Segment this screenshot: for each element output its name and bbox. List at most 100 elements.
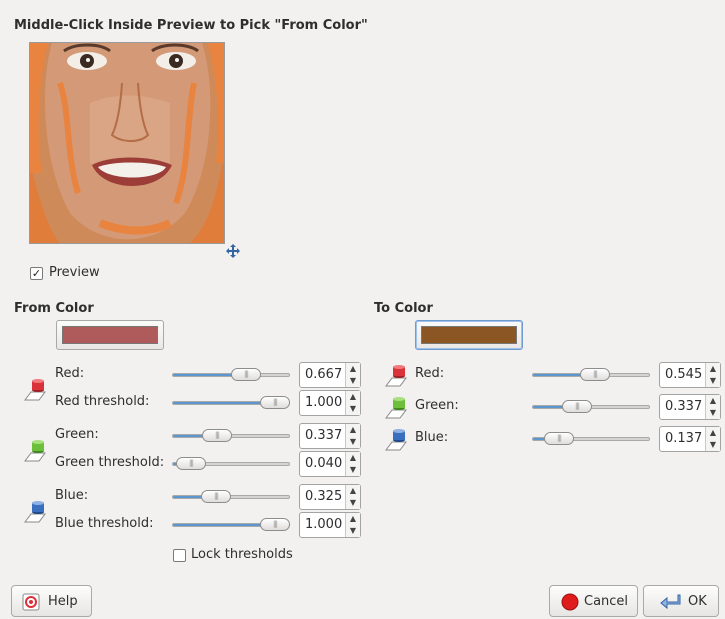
channel-value[interactable]: 0.667: [305, 367, 342, 382]
spin-down-icon[interactable]: ▼: [346, 525, 360, 537]
channel-value-spinbox[interactable]: 0.040 ▲ ▼: [299, 451, 361, 477]
spin-arrows[interactable]: ▲ ▼: [345, 391, 360, 415]
channel-slider[interactable]: [172, 517, 290, 533]
spin-arrows[interactable]: ▲ ▼: [705, 363, 720, 387]
slider-handle[interactable]: [580, 368, 610, 381]
help-button[interactable]: Help: [11, 585, 92, 617]
spin-arrows[interactable]: ▲ ▼: [705, 427, 720, 451]
channel-value-spinbox[interactable]: 1.000 ▲ ▼: [299, 512, 361, 538]
channel-value-spinbox[interactable]: 0.667 ▲ ▼: [299, 362, 361, 388]
lock-thresholds-label: Lock thresholds: [191, 547, 293, 562]
channel-value[interactable]: 0.325: [305, 489, 342, 504]
preview-image[interactable]: [29, 42, 225, 244]
spin-up-icon[interactable]: ▲: [706, 363, 720, 375]
spin-up-icon[interactable]: ▲: [346, 424, 360, 436]
spin-down-icon[interactable]: ▼: [346, 375, 360, 387]
channel-value-spinbox[interactable]: 1.000 ▲ ▼: [299, 390, 361, 416]
channel-label: Green:: [415, 398, 459, 413]
slider-handle[interactable]: [260, 518, 290, 531]
cancel-icon: [561, 593, 579, 611]
green-channel-icon: [24, 437, 46, 463]
channel-value-spinbox[interactable]: 0.337 ▲ ▼: [299, 423, 361, 449]
channel-value[interactable]: 0.137: [665, 431, 702, 446]
help-icon: [22, 593, 40, 611]
channel-value-spinbox[interactable]: 0.337 ▲ ▼: [659, 394, 721, 420]
spin-down-icon[interactable]: ▼: [706, 407, 720, 419]
cancel-button-label: Cancel: [584, 594, 629, 609]
channel-slider[interactable]: [532, 431, 650, 447]
red-channel-icon: [24, 376, 46, 402]
preview-face-drawing: [30, 43, 224, 243]
preview-checkbox-label: Preview: [49, 265, 100, 280]
channel-slider[interactable]: [532, 367, 650, 383]
slider-handle[interactable]: [202, 429, 232, 442]
channel-value-spinbox[interactable]: 0.325 ▲ ▼: [299, 484, 361, 510]
channel-value[interactable]: 0.545: [665, 367, 702, 382]
channel-slider[interactable]: [172, 395, 290, 411]
to-color-swatch: [421, 326, 517, 344]
lock-thresholds-checkbox[interactable]: [173, 549, 186, 562]
spin-down-icon[interactable]: ▼: [706, 375, 720, 387]
preview-checkbox[interactable]: ✓: [30, 267, 43, 280]
green-channel-icon: [385, 394, 407, 420]
ok-button[interactable]: OK: [643, 585, 719, 617]
spin-arrows[interactable]: ▲ ▼: [345, 363, 360, 387]
slider-handle[interactable]: [231, 368, 261, 381]
channel-value[interactable]: 0.337: [305, 428, 342, 443]
slider-handle[interactable]: [544, 432, 574, 445]
spin-down-icon[interactable]: ▼: [346, 403, 360, 415]
channel-value[interactable]: 0.337: [665, 399, 702, 414]
channel-slider[interactable]: [172, 428, 290, 444]
navigate-preview-icon[interactable]: [226, 244, 240, 258]
spin-up-icon[interactable]: ▲: [346, 485, 360, 497]
channel-value[interactable]: 1.000: [305, 395, 342, 410]
to-color-heading: To Color: [374, 301, 433, 316]
to-color-button[interactable]: [415, 320, 523, 350]
spin-up-icon[interactable]: ▲: [706, 427, 720, 439]
slider-handle[interactable]: [260, 396, 290, 409]
spin-up-icon[interactable]: ▲: [346, 452, 360, 464]
spin-down-icon[interactable]: ▼: [706, 439, 720, 451]
help-button-label: Help: [48, 594, 78, 609]
ok-button-label: OK: [688, 594, 707, 609]
channel-value[interactable]: 1.000: [305, 517, 342, 532]
spin-down-icon[interactable]: ▼: [346, 497, 360, 509]
channel-value-spinbox[interactable]: 0.137 ▲ ▼: [659, 426, 721, 452]
channel-label: Blue threshold:: [55, 516, 154, 531]
dialog-title: Middle-Click Inside Preview to Pick "Fro…: [14, 18, 368, 33]
channel-label: Red:: [55, 366, 85, 381]
spin-up-icon[interactable]: ▲: [706, 395, 720, 407]
slider-handle[interactable]: [176, 457, 206, 470]
channel-label: Green:: [55, 427, 99, 442]
spin-arrows[interactable]: ▲ ▼: [345, 485, 360, 509]
ok-return-icon: [660, 593, 682, 611]
channel-slider[interactable]: [172, 456, 290, 472]
channel-slider[interactable]: [532, 399, 650, 415]
spin-arrows[interactable]: ▲ ▼: [345, 452, 360, 476]
spin-arrows[interactable]: ▲ ▼: [345, 513, 360, 537]
channel-label: Blue:: [415, 430, 449, 445]
channel-value-spinbox[interactable]: 0.545 ▲ ▼: [659, 362, 721, 388]
channel-slider[interactable]: [172, 367, 290, 383]
from-color-swatch: [62, 326, 158, 344]
blue-channel-icon: [24, 498, 46, 524]
spin-down-icon[interactable]: ▼: [346, 436, 360, 448]
from-color-heading: From Color: [14, 301, 94, 316]
spin-down-icon[interactable]: ▼: [346, 464, 360, 476]
from-color-button[interactable]: [56, 320, 164, 350]
channel-value[interactable]: 0.040: [305, 456, 342, 471]
spin-arrows[interactable]: ▲ ▼: [345, 424, 360, 448]
spin-arrows[interactable]: ▲ ▼: [705, 395, 720, 419]
spin-up-icon[interactable]: ▲: [346, 513, 360, 525]
blue-channel-icon: [385, 426, 407, 452]
channel-label: Red threshold:: [55, 394, 150, 409]
spin-up-icon[interactable]: ▲: [346, 363, 360, 375]
channel-label: Red:: [415, 366, 445, 381]
channel-label: Green threshold:: [55, 455, 165, 470]
spin-up-icon[interactable]: ▲: [346, 391, 360, 403]
slider-handle[interactable]: [201, 490, 231, 503]
slider-handle[interactable]: [562, 400, 592, 413]
channel-label: Blue:: [55, 488, 89, 503]
channel-slider[interactable]: [172, 489, 290, 505]
cancel-button[interactable]: Cancel: [549, 585, 638, 617]
